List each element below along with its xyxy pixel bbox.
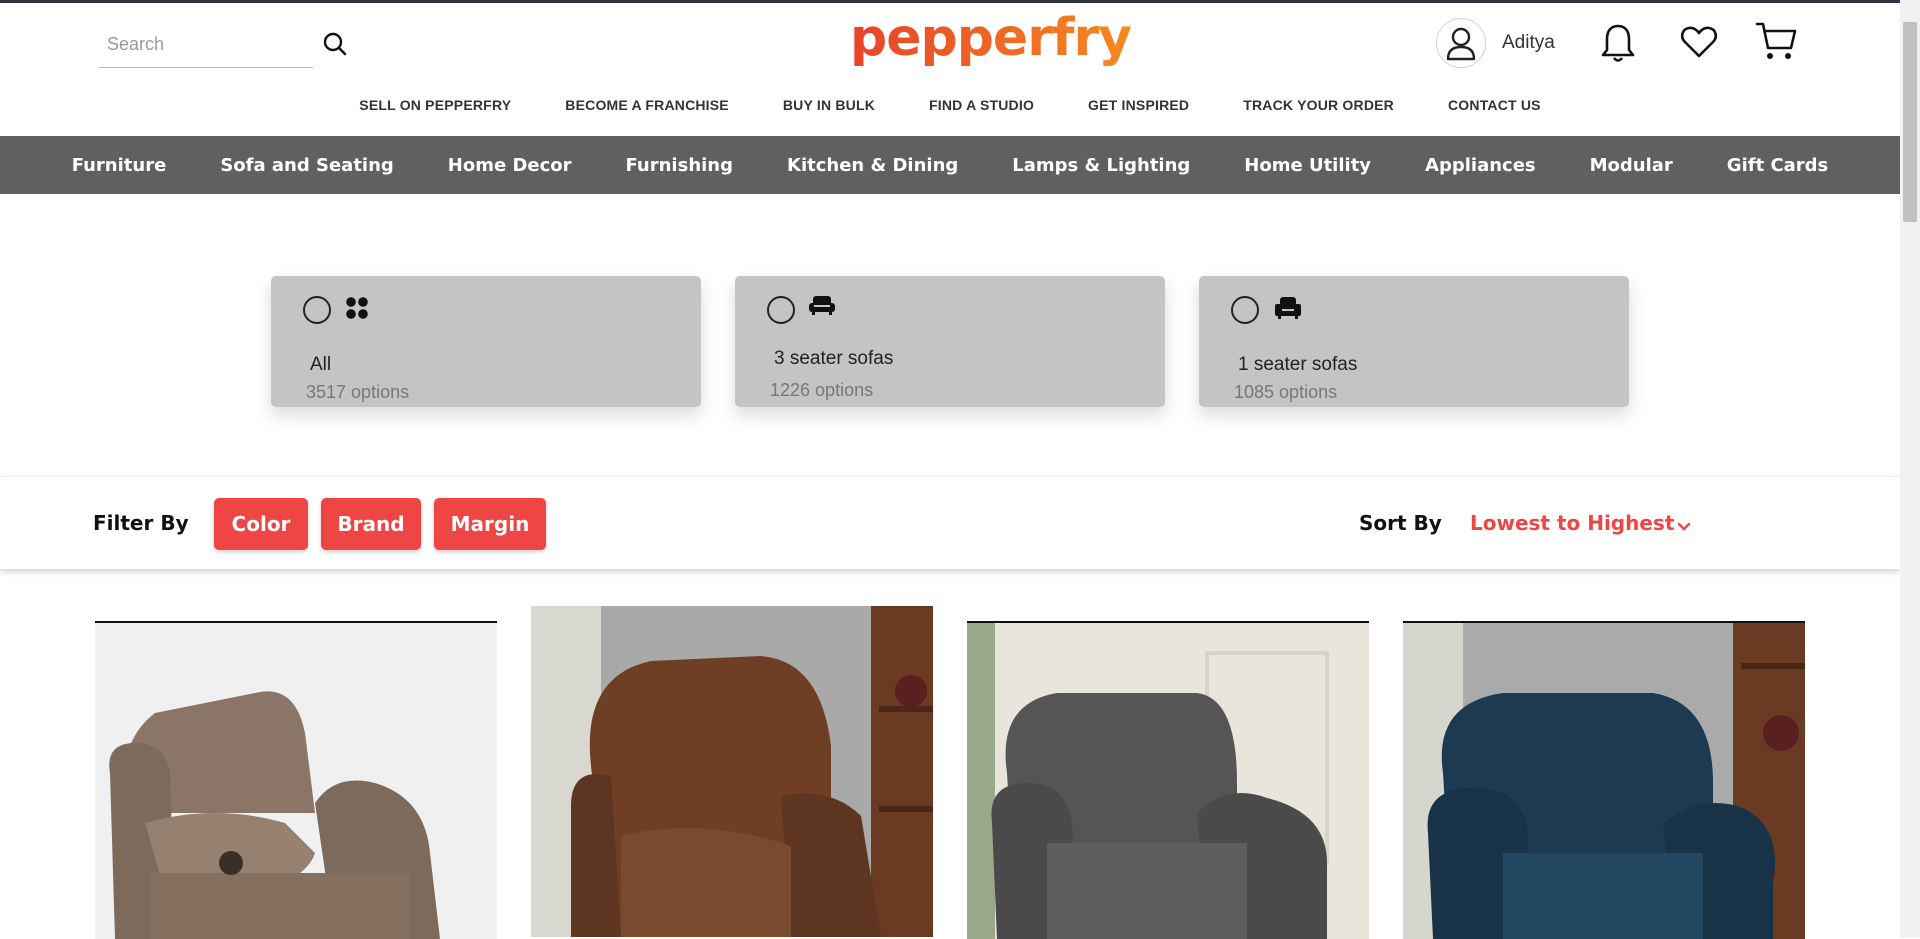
nav-modular[interactable]: Modular (1590, 155, 1673, 176)
nav-home-utility[interactable]: Home Utility (1244, 155, 1371, 176)
link-buy-in-bulk[interactable]: BUY IN BULK (783, 97, 875, 113)
nav-home-decor[interactable]: Home Decor (448, 155, 572, 176)
scrollbar-thumb[interactable] (1903, 22, 1917, 222)
product-card[interactable] (95, 621, 497, 939)
pepperfry-logo[interactable]: pepperfry (850, 8, 1132, 68)
radio-button[interactable] (767, 296, 795, 324)
sort-value: Lowest to Highest (1470, 511, 1675, 535)
link-track-order[interactable]: TRACK YOUR ORDER (1243, 97, 1394, 113)
filter-label: Filter By (93, 511, 189, 535)
radio-button[interactable] (303, 296, 331, 324)
card-title: 3 seater sofas (774, 348, 894, 369)
search-input[interactable] (99, 22, 299, 66)
nav-lamps-lighting[interactable]: Lamps & Lighting (1012, 155, 1190, 176)
option-card-3-seater[interactable]: 3 seater sofas 1226 options (735, 276, 1165, 407)
search-box[interactable] (99, 22, 313, 68)
armchair-icon (1274, 296, 1302, 325)
link-contact[interactable]: CONTACT US (1448, 97, 1541, 113)
filter-margin-button[interactable]: Margin (434, 498, 546, 550)
link-sell[interactable]: SELL ON PEPPERFRY (359, 97, 511, 113)
sofa-icon (808, 294, 836, 321)
link-find-studio[interactable]: FIND A STUDIO (929, 97, 1034, 113)
product-image (967, 623, 1369, 939)
product-image (95, 623, 497, 939)
product-image (531, 606, 933, 937)
card-title: All (310, 354, 332, 375)
card-title: 1 seater sofas (1238, 354, 1358, 375)
filter-bar: Filter By Color Brand Margin Sort By Low… (0, 476, 1900, 569)
option-card-1-seater[interactable]: 1 seater sofas 1085 options (1199, 276, 1629, 407)
heart-icon[interactable] (1680, 25, 1718, 64)
nav-sofa-seating[interactable]: Sofa and Seating (220, 155, 393, 176)
nav-furnishing[interactable]: Furnishing (626, 155, 733, 176)
card-count: 1226 options (770, 380, 874, 400)
radio-button[interactable] (1231, 296, 1259, 324)
sort-dropdown[interactable]: Lowest to Highest (1470, 511, 1691, 537)
utility-links: SELL ON PEPPERFRY BECOME A FRANCHISE BUY… (0, 97, 1900, 113)
filter-color-button[interactable]: Color (214, 498, 308, 550)
search-icon[interactable] (321, 30, 349, 58)
option-card-all[interactable]: All 3517 options (271, 276, 701, 407)
product-card[interactable] (1403, 621, 1805, 939)
card-count: 3517 options (306, 382, 410, 402)
filter-brand-button[interactable]: Brand (321, 498, 421, 550)
link-franchise[interactable]: BECOME A FRANCHISE (565, 97, 729, 113)
nav-furniture[interactable]: Furniture (72, 155, 167, 176)
card-count: 1085 options (1234, 382, 1338, 402)
top-border (0, 0, 1920, 3)
product-card[interactable] (531, 606, 933, 937)
product-image (1403, 623, 1805, 939)
sort-label: Sort By (1359, 511, 1442, 535)
category-nav: Furniture Sofa and Seating Home Decor Fu… (0, 136, 1900, 194)
nav-gift-cards[interactable]: Gift Cards (1727, 155, 1828, 176)
username[interactable]: Aditya (1502, 32, 1555, 54)
nav-kitchen-dining[interactable]: Kitchen & Dining (787, 155, 958, 176)
link-get-inspired[interactable]: GET INSPIRED (1088, 97, 1189, 113)
nav-appliances[interactable]: Appliances (1425, 155, 1536, 176)
cart-icon[interactable] (1755, 20, 1797, 67)
avatar[interactable] (1436, 18, 1486, 68)
grid-icon (345, 296, 369, 325)
bell-icon[interactable] (1599, 22, 1637, 69)
product-card[interactable] (967, 621, 1369, 939)
chevron-down-icon (1678, 513, 1691, 537)
